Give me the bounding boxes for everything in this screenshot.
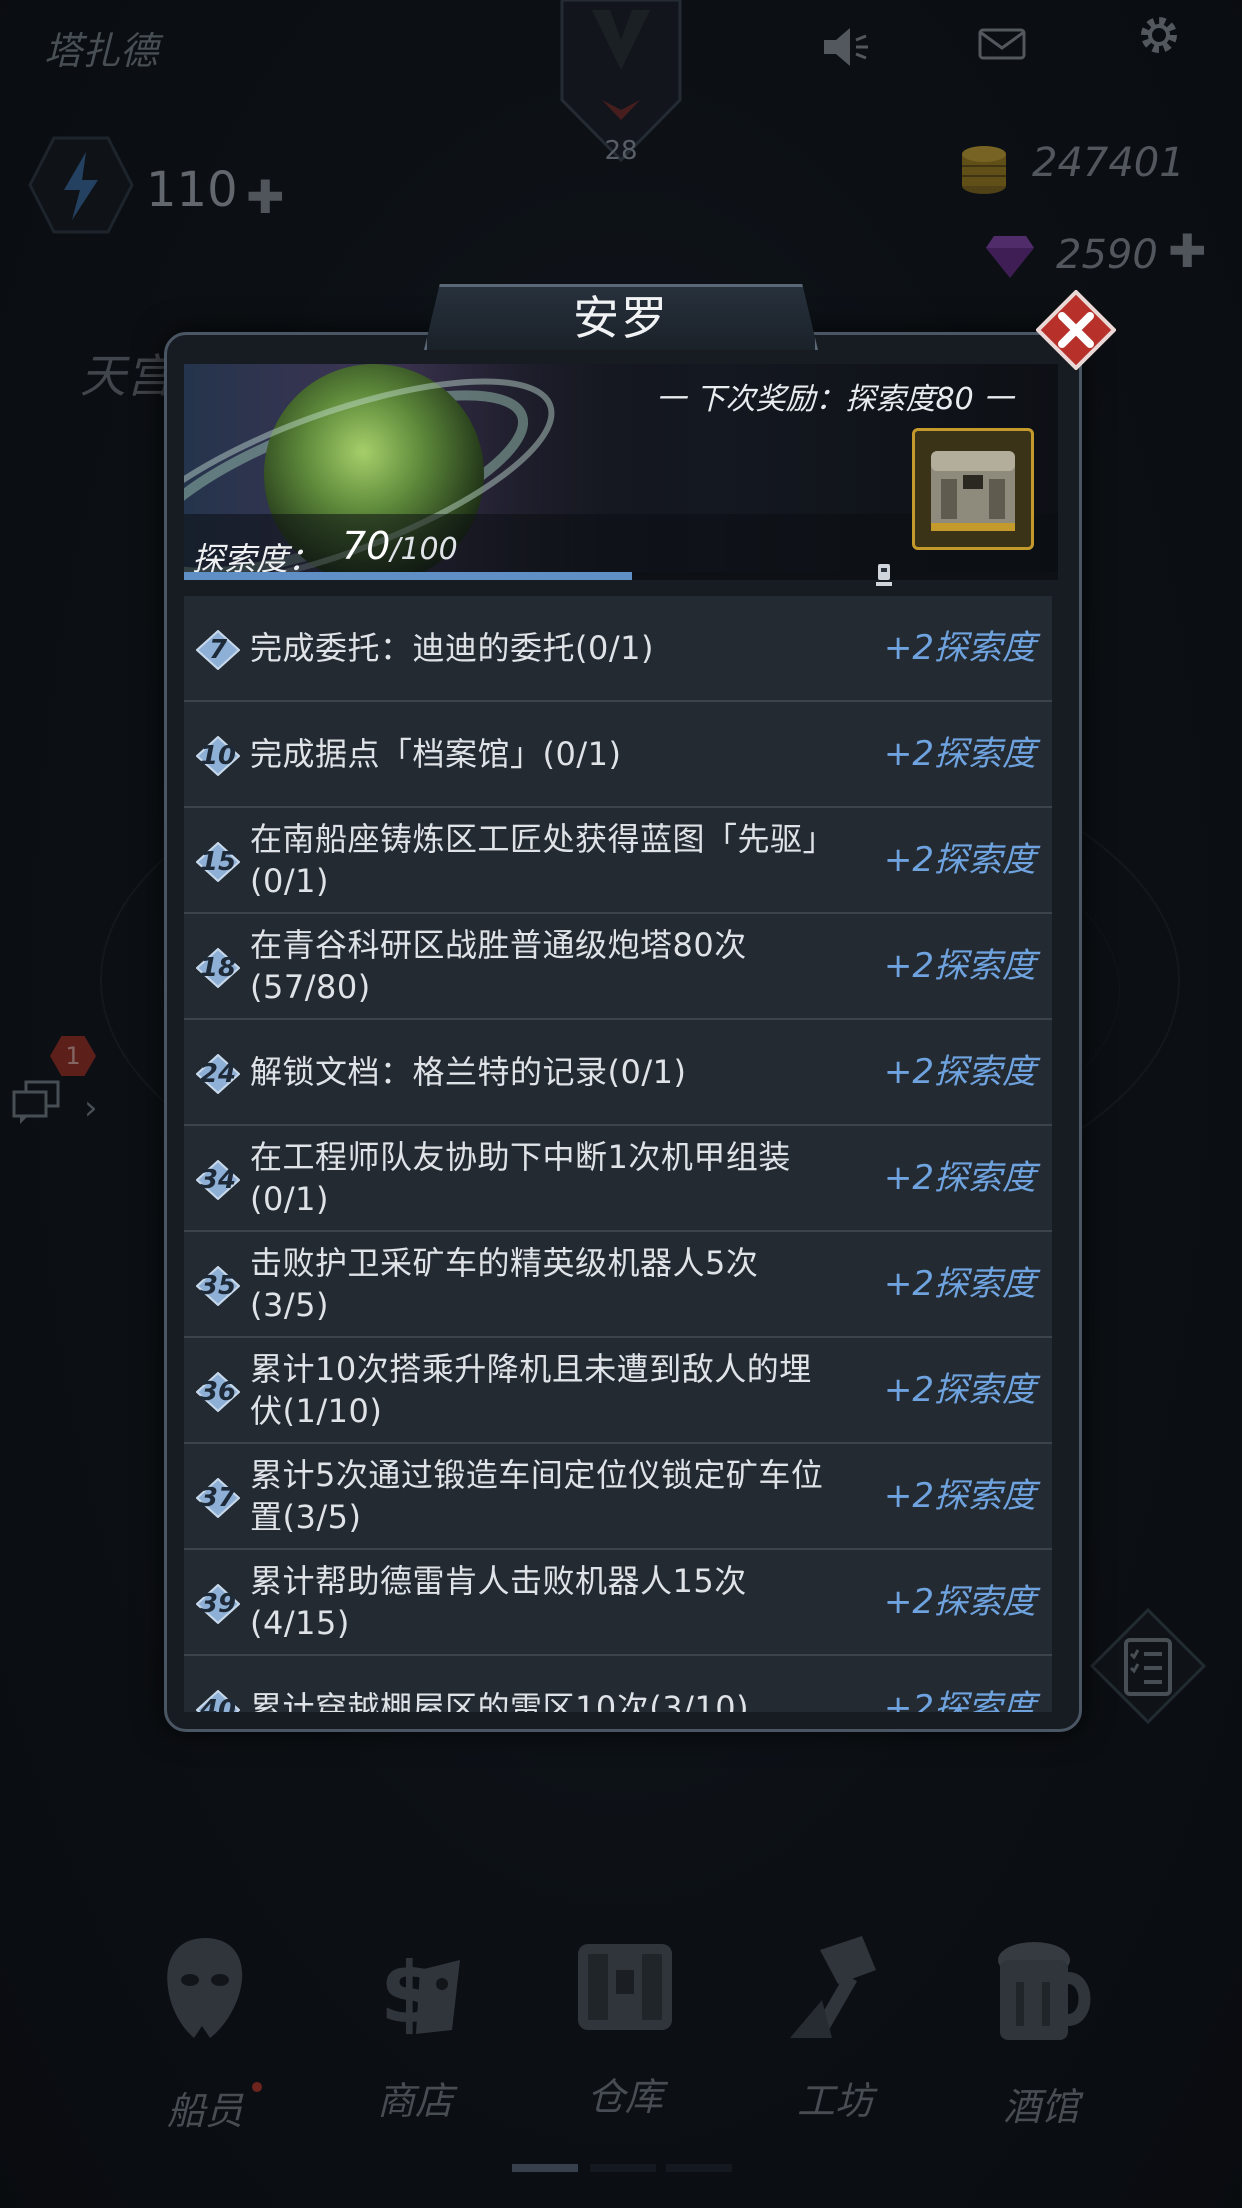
task-badge-icon: 34 bbox=[196, 1160, 240, 1200]
task-description-text: 完成委托：迪迪的委托(0/1) bbox=[250, 629, 654, 667]
task-badge-icon: 7 bbox=[196, 630, 240, 670]
task-row[interactable]: 24 解锁文档：格兰特的记录(0/1) +2探索度 bbox=[184, 1020, 1052, 1126]
modal-title: 安罗 bbox=[573, 291, 669, 345]
task-row[interactable]: 34 在工程师队友协助下中断1次机甲组装(0/1) +2探索度 bbox=[184, 1126, 1052, 1232]
task-row[interactable]: 40 累计穿越棚屋区的雷区10次(3/10) +2探索度 bbox=[184, 1656, 1052, 1712]
task-description: 累计帮助德雷肯人击败机器人15次(4/15) bbox=[250, 1550, 830, 1654]
task-description: 解锁文档：格兰特的记录(0/1) bbox=[250, 1020, 830, 1124]
task-description-text: 累计穿越棚屋区的雷区10次(3/10) bbox=[250, 1689, 750, 1712]
task-description-text: 累计帮助德雷肯人击败机器人15次(4/15) bbox=[250, 1562, 747, 1642]
task-reward: +2探索度 bbox=[883, 1158, 1036, 1198]
task-reward: +2探索度 bbox=[883, 734, 1036, 774]
exploration-progress-fill bbox=[184, 572, 632, 580]
exploration-progress-bar bbox=[184, 572, 1058, 580]
task-badge-icon: 15 bbox=[196, 842, 240, 882]
task-row[interactable]: 15 在南船座铸炼区工匠处获得蓝图「先驱」(0/1) +2探索度 bbox=[184, 808, 1052, 914]
task-badge-icon: 18 bbox=[196, 948, 240, 988]
task-description-text: 在南船座铸炼区工匠处获得蓝图「先驱」(0/1) bbox=[250, 820, 820, 900]
task-badge-icon: 10 bbox=[196, 736, 240, 776]
task-badge-icon: 36 bbox=[196, 1372, 240, 1412]
reward-marker-icon bbox=[874, 562, 894, 588]
task-description-text: 累计5次通过锻造车间定位仪锁定矿车位置(3/5) bbox=[250, 1456, 824, 1536]
task-number: 35 bbox=[199, 1271, 237, 1301]
task-description: 累计5次通过锻造车间定位仪锁定矿车位置(3/5) bbox=[250, 1444, 830, 1548]
task-description: 完成据点「档案馆」(0/1) bbox=[250, 702, 830, 806]
task-number: 24 bbox=[199, 1059, 237, 1089]
task-description-text: 在工程师队友协助下中断1次机甲组装(0/1) bbox=[250, 1138, 791, 1218]
task-row[interactable]: 35 击败护卫采矿车的精英级机器人5次(3/5) +2探索度 bbox=[184, 1232, 1052, 1338]
task-number: 39 bbox=[199, 1589, 237, 1619]
task-row[interactable]: 7 完成委托：迪迪的委托(0/1) +2探索度 bbox=[184, 596, 1052, 702]
task-number: 18 bbox=[199, 953, 237, 983]
task-row[interactable]: 36 累计10次搭乘升降机且未遭到敌人的埋伏(1/10) +2探索度 bbox=[184, 1338, 1052, 1444]
task-description: 在南船座铸炼区工匠处获得蓝图「先驱」(0/1) bbox=[250, 808, 830, 912]
task-badge-icon: 35 bbox=[196, 1266, 240, 1306]
task-number: 40 bbox=[199, 1695, 237, 1712]
exploration-value: 70/100 bbox=[342, 524, 458, 568]
task-row[interactable]: 39 累计帮助德雷肯人击败机器人15次(4/15) +2探索度 bbox=[184, 1550, 1052, 1656]
exploration-max: /100 bbox=[390, 532, 458, 567]
task-badge-icon: 24 bbox=[196, 1054, 240, 1094]
task-reward: +2探索度 bbox=[883, 628, 1036, 668]
task-reward: +2探索度 bbox=[883, 1264, 1036, 1304]
task-row[interactable]: 10 完成据点「档案馆」(0/1) +2探索度 bbox=[184, 702, 1052, 808]
task-number: 34 bbox=[199, 1165, 237, 1195]
task-reward: +2探索度 bbox=[883, 1476, 1036, 1516]
close-button[interactable] bbox=[1035, 289, 1117, 371]
task-description-text: 累计10次搭乘升降机且未遭到敌人的埋伏(1/10) bbox=[250, 1350, 812, 1430]
close-icon bbox=[1035, 289, 1117, 371]
task-reward: +2探索度 bbox=[883, 1052, 1036, 1092]
task-number: 37 bbox=[199, 1483, 237, 1513]
task-number: 15 bbox=[199, 847, 237, 877]
task-description: 累计穿越棚屋区的雷区10次(3/10) bbox=[250, 1656, 830, 1712]
task-description: 在青谷科研区战胜普通级炮塔80次(57/80) bbox=[250, 914, 830, 1018]
task-row[interactable]: 18 在青谷科研区战胜普通级炮塔80次(57/80) +2探索度 bbox=[184, 914, 1052, 1020]
exploration-current: 70 bbox=[342, 524, 391, 568]
task-number: 7 bbox=[208, 635, 228, 665]
chest-icon bbox=[931, 451, 1015, 531]
task-badge-icon: 40 bbox=[196, 1690, 240, 1712]
task-description: 完成委托：迪迪的委托(0/1) bbox=[250, 596, 830, 700]
task-description: 累计10次搭乘升降机且未遭到敌人的埋伏(1/10) bbox=[250, 1338, 830, 1442]
task-reward: +2探索度 bbox=[883, 946, 1036, 986]
task-number: 36 bbox=[199, 1377, 237, 1407]
next-reward-label: 一 下次奖励：探索度80 一 bbox=[656, 382, 1014, 417]
task-description-text: 在青谷科研区战胜普通级炮塔80次(57/80) bbox=[250, 926, 747, 1006]
task-reward: +2探索度 bbox=[883, 1688, 1036, 1712]
task-description-text: 解锁文档：格兰特的记录(0/1) bbox=[250, 1053, 687, 1091]
task-reward: +2探索度 bbox=[883, 1370, 1036, 1410]
task-reward: +2探索度 bbox=[883, 1582, 1036, 1622]
task-list[interactable]: 7 完成委托：迪迪的委托(0/1) +2探索度 10 完成据点「档案馆」(0/1) +2探… bbox=[184, 596, 1058, 1712]
task-row[interactable]: 37 累计5次通过锻造车间定位仪锁定矿车位置(3/5) +2探索度 bbox=[184, 1444, 1052, 1550]
task-number: 10 bbox=[199, 741, 237, 771]
task-badge-icon: 37 bbox=[196, 1478, 240, 1518]
task-description-text: 完成据点「档案馆」(0/1) bbox=[250, 735, 622, 773]
task-description-text: 击败护卫采矿车的精英级机器人5次(3/5) bbox=[250, 1244, 759, 1324]
task-reward: +2探索度 bbox=[883, 840, 1036, 880]
task-description: 在工程师队友协助下中断1次机甲组装(0/1) bbox=[250, 1126, 830, 1230]
reward-chest[interactable] bbox=[912, 428, 1034, 550]
task-description: 击败护卫采矿车的精英级机器人5次(3/5) bbox=[250, 1232, 830, 1336]
task-badge-icon: 39 bbox=[196, 1584, 240, 1624]
